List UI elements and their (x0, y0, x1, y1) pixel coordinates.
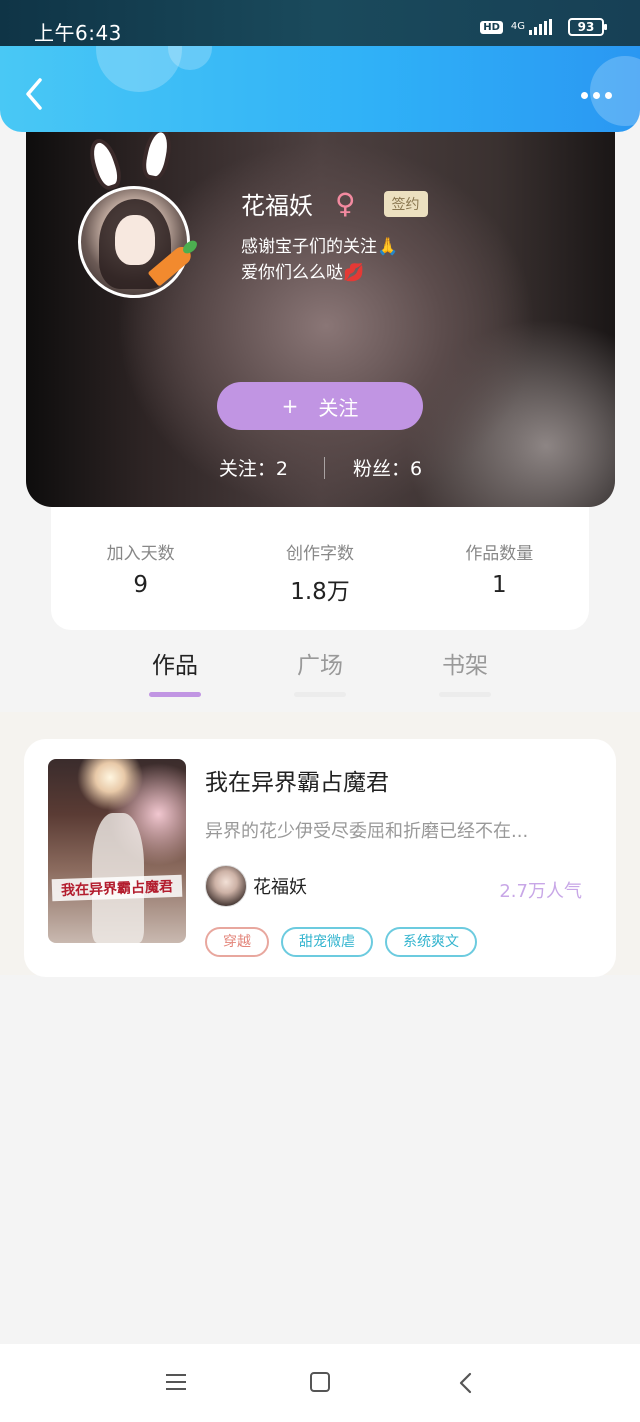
bio-line-1: 感谢宝子们的关注 (241, 237, 377, 257)
author-row: 花福妖 (205, 865, 307, 907)
book-cover[interactable]: 我在异界霸占魔君 (48, 759, 186, 943)
stat-label: 作品数量 (465, 544, 534, 564)
avatar-image (78, 186, 190, 298)
chevron-left-icon (26, 78, 42, 110)
tab-bookshelf[interactable]: 书架 (425, 646, 505, 697)
stat-value: 9 (133, 572, 148, 598)
user-bio: 感谢宝子们的关注🙏 爱你们么么哒💋 (241, 234, 398, 286)
lips-icon: 💋 (343, 263, 365, 283)
menu-icon[interactable] (166, 1374, 186, 1395)
name-row: 花福妖 ♀ 签约 (241, 186, 428, 221)
more-button[interactable] (581, 92, 612, 99)
follow-stats: 关注：2 粉丝：6 (26, 454, 615, 481)
signed-badge: 签约 (383, 190, 428, 217)
book-tags: 穿越 甜宠微虐 系统爽文 (205, 927, 477, 957)
author-avatar (205, 865, 247, 907)
top-header (0, 46, 640, 132)
battery-icon: 93 (568, 18, 607, 36)
system-nav-bar (0, 1344, 640, 1422)
author-name: 花福妖 (253, 877, 307, 898)
nav-back-icon (459, 1372, 472, 1394)
book-description: 异界的花少伊受尽委屈和折磨已经不在... (205, 821, 529, 842)
signal-icon (529, 19, 552, 35)
status-bar: 上午6:43 HD 4G 93 (0, 0, 640, 50)
follow-label: 关注 (318, 395, 359, 420)
tag-chip[interactable]: 甜宠微虐 (281, 927, 373, 957)
book-card[interactable]: 我在异界霸占魔君 我在异界霸占魔君 异界的花少伊受尽委屈和折磨已经不在... 花… (24, 739, 616, 977)
follow-button[interactable]: + 关注 (217, 382, 423, 430)
female-gender-icon: ♀ (335, 186, 356, 220)
tab-square[interactable]: 广场 (280, 646, 360, 697)
bunny-ear-icon (84, 135, 126, 193)
profile-card: 花福妖 ♀ 签约 感谢宝子们的关注🙏 爱你们么么哒💋 + 关注 关注：2 粉丝：… (26, 116, 615, 507)
tag-chip[interactable]: 系统爽文 (385, 927, 477, 957)
cover-title: 我在异界霸占魔君 (51, 874, 183, 902)
avatar[interactable] (78, 125, 200, 298)
network-type: 4G (510, 21, 525, 32)
status-icons: HD 4G 93 (480, 18, 607, 36)
user-name: 花福妖 (241, 192, 313, 220)
tab-label: 书架 (442, 653, 488, 679)
stat-value: 1 (491, 572, 507, 598)
plus-icon: + (281, 394, 299, 418)
works-list: 我在异界霸占魔君 我在异界霸占魔君 异界的花少伊受尽委屈和折磨已经不在... 花… (0, 712, 640, 977)
tab-works[interactable]: 作品 (135, 646, 215, 697)
hd-icon: HD (480, 20, 503, 34)
home-icon[interactable] (310, 1372, 330, 1392)
tab-label: 广场 (297, 653, 343, 679)
following-count[interactable]: 关注：2 (219, 454, 288, 481)
bio-line-2: 爱你们么么哒 (241, 263, 343, 283)
tab-indicator (149, 692, 201, 697)
praying-hands-icon: 🙏 (377, 237, 399, 257)
divider (324, 456, 325, 479)
tag-chip[interactable]: 穿越 (205, 927, 269, 957)
stat-value: 1.8万 (290, 579, 350, 605)
back-nav-button[interactable] (456, 1372, 476, 1394)
status-time: 上午6:43 (34, 21, 122, 45)
content-tabs: 作品 广场 书架 (0, 642, 640, 712)
stats-card: 加入天数 9 创作字数 1.8万 作品数量 1 (51, 507, 589, 630)
stat-word-count: 创作字数 1.8万 (240, 539, 400, 630)
popularity-count: 2.7万人气 (499, 881, 582, 902)
book-title[interactable]: 我在异界霸占魔君 (205, 763, 389, 797)
tab-label: 作品 (152, 653, 198, 679)
stat-label: 创作字数 (285, 544, 354, 564)
stat-label: 加入天数 (106, 544, 175, 564)
fans-count[interactable]: 粉丝：6 (353, 454, 422, 481)
stat-join-days: 加入天数 9 (61, 539, 221, 630)
stat-works-count: 作品数量 1 (419, 539, 579, 630)
more-dots-icon (581, 92, 588, 99)
back-button[interactable] (20, 76, 50, 112)
